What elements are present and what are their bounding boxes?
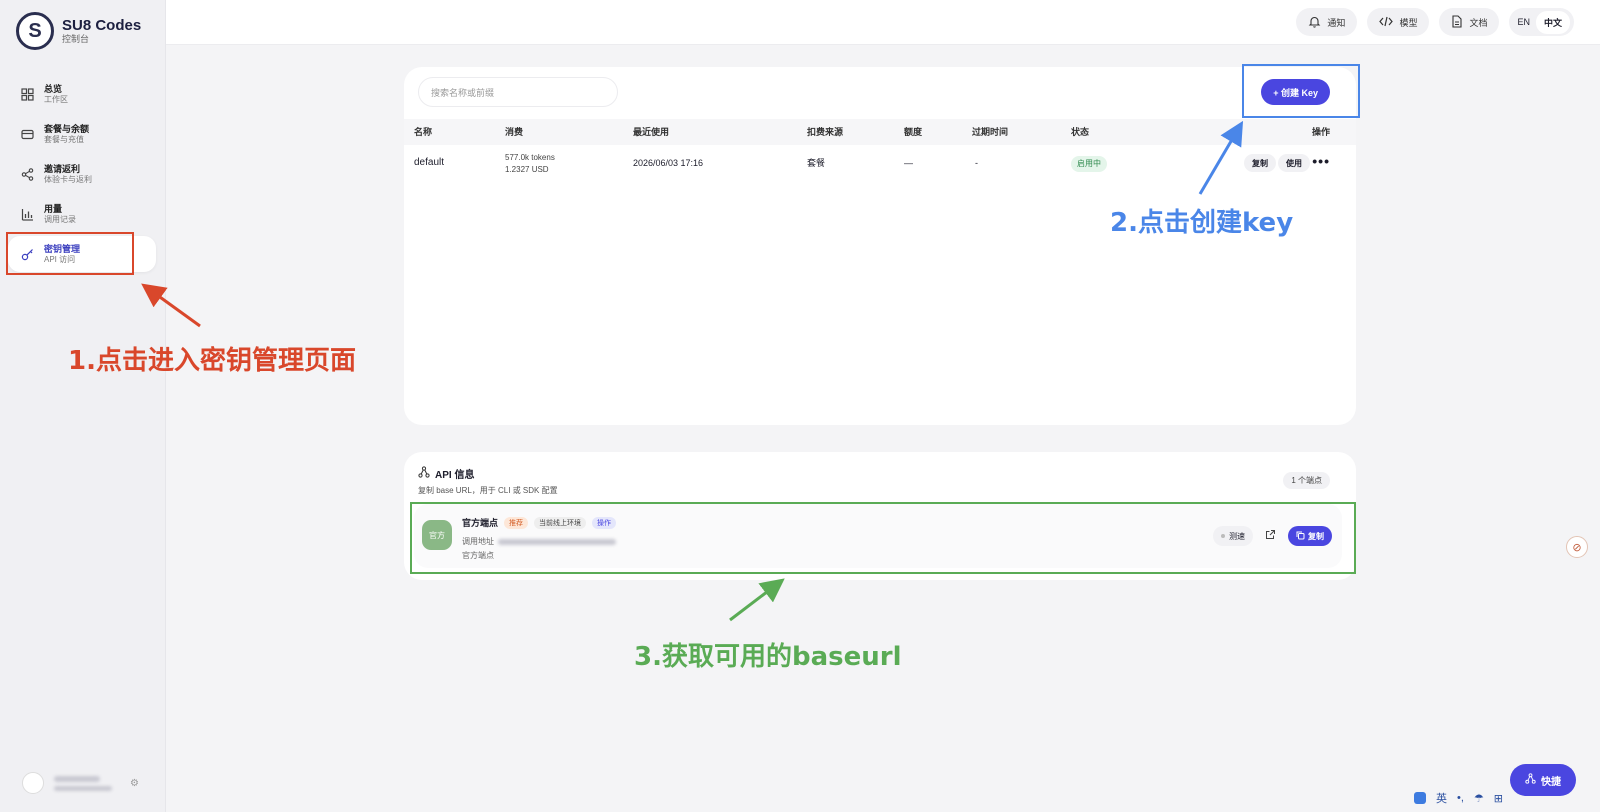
sidebar-item-sub: 套餐与充值 [44, 134, 84, 144]
floating-helper-icon[interactable]: ⊘ [1566, 536, 1588, 558]
key-source: 套餐 [807, 158, 826, 168]
endpoint-count: 1 个端点 [1283, 472, 1330, 489]
ime-punct-icon[interactable]: •, [1457, 792, 1464, 804]
col-quota: 额度 [904, 127, 923, 137]
models-button[interactable]: 模型 [1367, 8, 1430, 36]
share-icon [20, 167, 34, 181]
code-icon [1379, 15, 1394, 30]
lang-zh[interactable]: 中文 [1535, 10, 1570, 34]
use-key-button[interactable]: 使用 [1278, 154, 1310, 172]
col-actions: 操作 [1311, 127, 1330, 137]
ime-skin-icon[interactable]: ☂ [1474, 792, 1484, 805]
sidebar-item-sub: 工作区 [44, 94, 68, 104]
network-icon [1525, 773, 1536, 787]
key-name: default [414, 157, 445, 168]
logo-icon: S [16, 12, 54, 50]
annotation-step3: 3.获取可用的baseurl [634, 642, 902, 672]
app-name: SU8 Codes [62, 17, 142, 34]
bell-icon [1308, 15, 1321, 30]
table-row: default 577.0k tokens 1.2327 USD 2026/06… [404, 147, 1356, 179]
col-last-used: 最近使用 [633, 127, 670, 137]
sidebar-item-title: 套餐与余额 [44, 123, 90, 134]
key-expires: - [975, 158, 978, 168]
language-switch[interactable]: EN 中文 [1509, 8, 1574, 36]
col-status: 状态 [1071, 127, 1090, 137]
models-label: 模型 [1399, 17, 1418, 28]
user-profile[interactable]: ⚙ [22, 772, 139, 794]
sidebar-item-referral[interactable]: 邀请返利 体验卡与返利 [8, 156, 156, 192]
search-input[interactable]: 搜索名称或前缀 [418, 77, 618, 107]
col-consume: 消费 [505, 127, 524, 137]
search-placeholder: 搜索名称或前缀 [431, 87, 495, 98]
avatar [22, 772, 44, 794]
sidebar-item-sub: 体验卡与返利 [44, 174, 92, 184]
user-info-blurred [54, 775, 112, 791]
annotation-box-step3 [410, 502, 1356, 574]
lang-en[interactable]: EN [1517, 17, 1530, 27]
annotation-box-step2 [1242, 64, 1360, 118]
sidebar-item-title: 总览 [44, 83, 63, 94]
col-source: 扣费来源 [807, 127, 844, 137]
key-last-used: 2026/06/03 17:16 [633, 158, 704, 168]
sidebar: S SU8 Codes 控制台 总览 工作区 套餐与余额 套餐与充值 邀请返利 体验卡… [0, 0, 166, 812]
card-icon [20, 127, 34, 141]
network-icon [418, 466, 430, 481]
docs-label: 文档 [1469, 17, 1488, 28]
quick-action-button[interactable]: 快捷 [1510, 764, 1576, 796]
ime-logo-icon [1414, 792, 1426, 804]
api-title: API 信息 [435, 470, 475, 481]
notify-label: 通知 [1327, 17, 1346, 28]
topbar: 通知 模型 文档 EN 中文 [166, 0, 1600, 45]
annotation-box-step1 [6, 232, 134, 275]
sidebar-item-sub: 调用记录 [44, 214, 76, 224]
chart-icon [20, 207, 34, 221]
key-consume: 577.0k tokens 1.2327 USD [505, 152, 555, 176]
app-subtitle: 控制台 [62, 34, 90, 44]
col-name: 名称 [414, 127, 433, 137]
col-expires: 过期时间 [972, 127, 1009, 137]
grid-icon [20, 87, 34, 101]
status-badge: 启用中 [1071, 156, 1107, 172]
keys-card: 搜索名称或前缀 + 创建 Key 名称 消费 最近使用 扣费来源 额度 过期时间… [404, 67, 1356, 425]
annotation-step2: 2.点击创建key [1110, 208, 1294, 238]
more-icon[interactable]: ••• [1312, 153, 1330, 169]
sidebar-item-overview[interactable]: 总览 工作区 [8, 76, 156, 112]
settings-icon[interactable]: ⚙ [130, 778, 139, 789]
sidebar-item-title: 邀请返利 [44, 163, 81, 174]
ime-lang[interactable]: 英 [1436, 790, 1447, 806]
ime-toolbar[interactable]: 英 •, ☂ ⊞ [1414, 790, 1503, 806]
key-usd: 1.2327 USD [505, 165, 549, 174]
key-tokens: 577.0k tokens [505, 153, 555, 162]
copy-key-button[interactable]: 复制 [1244, 154, 1276, 172]
quick-action-label: 快捷 [1541, 776, 1561, 788]
ime-grid-icon[interactable]: ⊞ [1494, 792, 1503, 805]
document-icon [1451, 14, 1463, 30]
brand[interactable]: S SU8 Codes 控制台 [16, 12, 141, 50]
sidebar-item-title: 用量 [44, 203, 63, 214]
notify-button[interactable]: 通知 [1296, 8, 1358, 36]
table-header: 名称 消费 最近使用 扣费来源 额度 过期时间 状态 操作 [404, 119, 1356, 145]
annotation-step1: 1.点击进入密钥管理页面 [68, 346, 356, 376]
key-quota: — [904, 158, 913, 168]
docs-button[interactable]: 文档 [1439, 8, 1500, 36]
sidebar-item-plans[interactable]: 套餐与余额 套餐与充值 [8, 116, 156, 152]
api-subtitle: 复制 base URL，用于 CLI 或 SDK 配置 [418, 486, 558, 495]
sidebar-item-usage[interactable]: 用量 调用记录 [8, 196, 156, 232]
